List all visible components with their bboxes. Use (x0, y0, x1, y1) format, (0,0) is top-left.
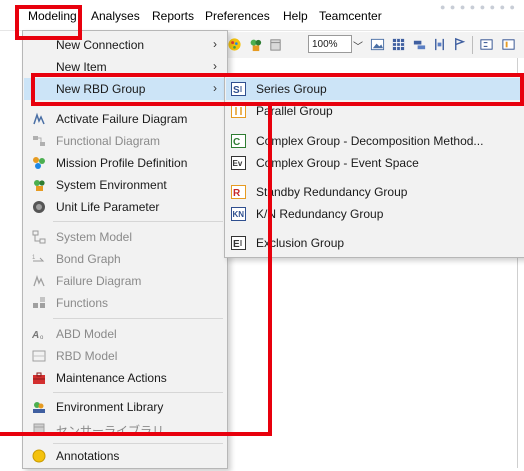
annotations-icon (32, 449, 46, 463)
svg-text:C: C (233, 137, 240, 148)
menu-item-unit-life-parameter[interactable]: Unit Life Parameter (24, 196, 225, 218)
parallel-group-icon (231, 104, 246, 118)
menu-item-functions[interactable]: Functions (24, 292, 225, 314)
toolbar: 100% ﹀ (224, 32, 524, 58)
menu-item-abd-model[interactable]: A o ABD Model (24, 323, 225, 345)
svg-text:E: E (233, 239, 240, 250)
menu-item-functional-diagram[interactable]: Functional Diagram (24, 130, 225, 152)
menu-separator (53, 221, 223, 222)
parallel-block-icon[interactable] (501, 37, 516, 52)
menu-analyses[interactable]: Analyses (91, 9, 140, 23)
grid-icon[interactable] (391, 37, 406, 52)
annotation-highlight-modeling (15, 5, 82, 40)
svg-text:A: A (32, 330, 39, 341)
kn-redundancy-icon: KN (231, 207, 246, 221)
chevron-right-icon: › (213, 59, 217, 73)
environment-library-icon (33, 402, 45, 413)
bond-graph-icon: 1 (32, 255, 45, 262)
svg-text:o: o (40, 335, 44, 341)
toolbar-divider (472, 36, 473, 54)
system-model-icon (32, 230, 46, 244)
annotation-highlight-rbd-row (31, 73, 524, 106)
menu-item-system-environment[interactable]: System Environment (24, 174, 225, 196)
align-icon[interactable] (412, 37, 427, 52)
svg-text:KN: KN (233, 210, 245, 219)
failure-diagram-icon (33, 274, 45, 287)
menu-item-activate-failure-diagram[interactable]: Activate Failure Diagram (24, 108, 225, 130)
flag-icon[interactable] (452, 37, 467, 52)
menu-item-sensor-library[interactable]: センサーライブラリ (24, 418, 225, 440)
series-block-icon[interactable] (479, 37, 494, 52)
standby-redundancy-icon: R (231, 185, 246, 199)
menu-item-mission-profile-definition[interactable]: Mission Profile Definition (24, 152, 225, 174)
menu-item-failure-diagram[interactable]: Failure Diagram (24, 270, 225, 292)
chevron-down-icon[interactable]: ﹀ (353, 38, 363, 53)
annotation-connector-horizontal (0, 432, 272, 436)
abd-model-icon: A o (32, 330, 44, 341)
menu-separator (53, 392, 223, 393)
mission-profile-icon (33, 157, 45, 169)
svg-text:Ev: Ev (233, 159, 243, 168)
menu-help[interactable]: Help (283, 9, 308, 23)
exclusion-group-icon: E (231, 236, 246, 250)
menu-teamcenter[interactable]: Teamcenter (319, 9, 382, 23)
system-environment-icon (34, 180, 45, 191)
svg-text:1: 1 (32, 255, 36, 261)
menu-item-maintenance-actions[interactable]: Maintenance Actions (24, 367, 225, 389)
menu-separator (53, 318, 223, 319)
menu-item-environment-library[interactable]: Environment Library (24, 396, 225, 418)
window-grip-dots: ● ● ● ● ● ● ● ● (440, 2, 516, 12)
sensor-icon[interactable] (268, 37, 283, 52)
annotation-connector-vertical (268, 106, 272, 436)
menu-item-system-model[interactable]: System Model (24, 226, 225, 248)
svg-text:R: R (233, 188, 241, 199)
complex-decomposition-icon: C (231, 134, 246, 148)
image-export-icon[interactable] (370, 37, 385, 52)
rbd-model-icon (32, 350, 46, 362)
environment-icon[interactable] (248, 37, 263, 52)
menu-reports[interactable]: Reports (152, 9, 194, 23)
menu-item-rbd-model[interactable]: RBD Model (24, 345, 225, 367)
palette-icon[interactable] (227, 37, 242, 52)
distribute-icon[interactable] (432, 37, 447, 52)
toolbox-icon (33, 372, 45, 384)
functions-icon (33, 297, 45, 308)
functional-diagram-icon (33, 136, 45, 146)
failure-diagram-icon (33, 112, 45, 125)
unit-life-icon (33, 201, 45, 213)
menu-item-bond-graph[interactable]: 1 Bond Graph (24, 248, 225, 270)
menu-preferences[interactable]: Preferences (205, 9, 270, 23)
event-space-icon: Ev (231, 156, 246, 170)
chevron-right-icon: › (213, 37, 217, 51)
menu-separator (53, 443, 223, 444)
menu-item-annotations[interactable]: Annotations (24, 445, 225, 467)
zoom-select[interactable]: 100% (308, 35, 352, 53)
